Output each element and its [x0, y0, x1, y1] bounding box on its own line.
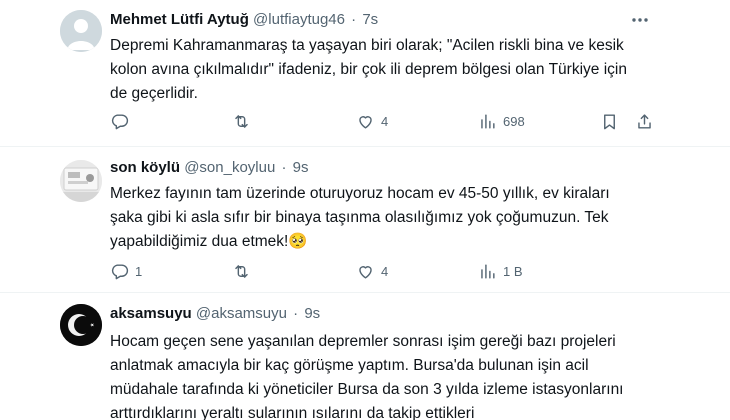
- tweet-text-line: de geçerlidir.: [110, 85, 198, 102]
- views-button[interactable]: 1 B: [478, 260, 523, 282]
- tweet[interactable]: Mehmet Lütfi Aytuğ @lutfiaytug46 · 7s De…: [0, 0, 730, 147]
- retweet-icon: [235, 264, 248, 278]
- tweet-text: Depremi Kahramanmaraş ta yaşayan biri ol…: [110, 34, 690, 106]
- heart-icon: [359, 115, 372, 129]
- author-handle[interactable]: @aksamsuyu: [196, 305, 287, 322]
- tweet-text-line: arttırdıklarını yeraltı sularının ısılar…: [110, 405, 475, 420]
- reply-button[interactable]: 1: [110, 260, 142, 282]
- tweet-text-line: Hocam geçen sene yaşanılan depremler son…: [110, 333, 616, 350]
- avatar[interactable]: [60, 160, 102, 202]
- tweet[interactable]: son köylü @son_koyluu · 9s Merkez fayını…: [0, 148, 730, 293]
- tweet-text-line: anlatmak amacıyla bir kaç görüşme yaptım…: [110, 357, 589, 374]
- separator-dot: ·: [281, 159, 287, 176]
- tweet-text-line: Depremi Kahramanmaraş ta yaşayan biri ol…: [110, 37, 624, 54]
- tweet-text-line: yapabildiğimiz dua etmek!🥺: [110, 233, 308, 250]
- author-name[interactable]: aksamsuyu: [110, 305, 192, 322]
- share-button[interactable]: [635, 110, 654, 132]
- tweet[interactable]: aksamsuyu @aksamsuyu · 9s Hocam geçen se…: [0, 294, 730, 420]
- avatar[interactable]: [60, 10, 102, 52]
- bookmark-button[interactable]: [600, 110, 619, 132]
- like-button[interactable]: 4: [356, 110, 388, 132]
- separator-dot: ·: [351, 11, 357, 28]
- tweet-text-line: kolon avına çıkılmalıdır" ifadeniz, bir …: [110, 61, 627, 78]
- bar-chart-icon: [481, 263, 495, 279]
- tweet-header: son köylü @son_koyluu · 9s: [110, 158, 309, 178]
- reply-bubble-icon: [111, 263, 129, 279]
- tweet-text: Merkez fayının tam üzerinde oturuyoruz h…: [110, 182, 690, 254]
- heart-icon: [359, 265, 372, 279]
- view-count: 698: [503, 113, 525, 129]
- author-name[interactable]: son köylü: [110, 159, 180, 176]
- reply-bubble-icon: [111, 113, 129, 129]
- tweet-actions: 4 698: [110, 110, 651, 132]
- timestamp[interactable]: 9s: [293, 159, 309, 176]
- tweet-text: Hocam geçen sene yaşanılan depremler son…: [110, 330, 690, 420]
- like-button[interactable]: 4: [356, 260, 388, 282]
- author-handle[interactable]: @son_koyluu: [184, 159, 275, 176]
- share-icon: [638, 113, 651, 129]
- retweet-button[interactable]: [232, 110, 257, 132]
- author-handle[interactable]: @lutfiaytug46: [253, 11, 345, 28]
- tweet-text-line: müdahale tarafında ki yöneticiler Bursa …: [110, 381, 624, 398]
- views-button[interactable]: 698: [478, 110, 525, 132]
- author-name[interactable]: Mehmet Lütfi Aytuğ: [110, 11, 249, 28]
- like-count: 4: [381, 113, 389, 129]
- reply-count: 1: [135, 263, 143, 279]
- retweet-button[interactable]: [232, 260, 257, 282]
- tweet-header: Mehmet Lütfi Aytuğ @lutfiaytug46 · 7s: [110, 10, 378, 30]
- view-count: 1 B: [503, 263, 523, 279]
- reply-button[interactable]: [110, 110, 135, 132]
- timestamp[interactable]: 7s: [362, 11, 378, 28]
- bar-chart-icon: [481, 113, 495, 129]
- separator-dot: ·: [293, 305, 299, 322]
- like-count: 4: [381, 263, 389, 279]
- retweet-icon: [235, 114, 248, 128]
- avatar[interactable]: [60, 304, 102, 346]
- more-horizontal-icon[interactable]: [630, 10, 650, 30]
- tweet-text-line: Merkez fayının tam üzerinde oturuyoruz h…: [110, 185, 610, 202]
- timestamp[interactable]: 9s: [304, 305, 320, 322]
- tweet-header: aksamsuyu @aksamsuyu · 9s: [110, 304, 320, 324]
- tweet-text-line: şaka gibi ki asla sıfır bir binaya taşın…: [110, 209, 609, 226]
- tweet-actions: 1 4 1 B: [110, 260, 630, 282]
- bookmark-icon: [604, 113, 615, 129]
